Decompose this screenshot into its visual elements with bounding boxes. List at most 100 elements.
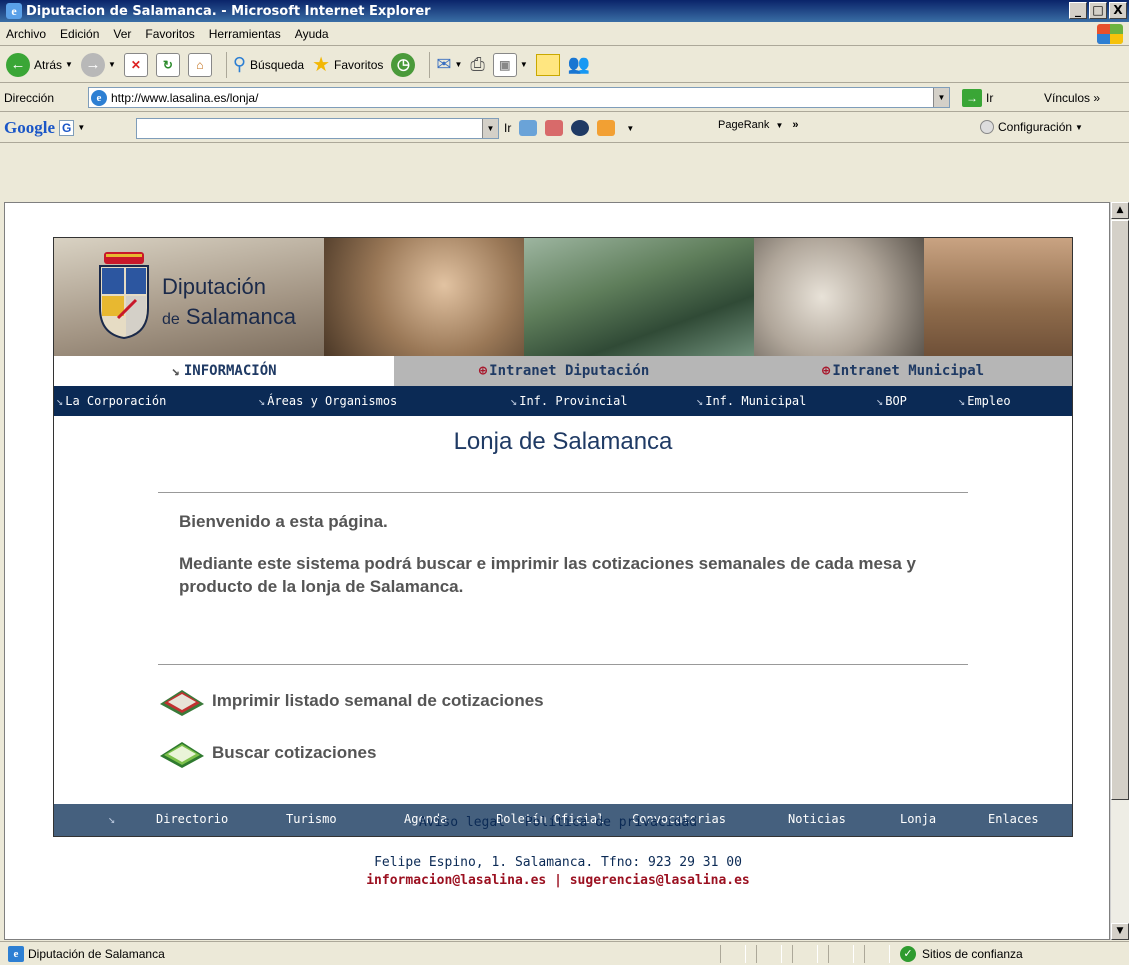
minimize-button[interactable]: _ (1069, 2, 1087, 19)
mail-button[interactable]: ✉ ▼ (436, 54, 462, 75)
legal-link[interactable]: Aviso legal (419, 815, 505, 830)
favorites-button[interactable]: ★ Favoritos (312, 52, 383, 77)
nav-item-bop[interactable]: ↘ BOP (876, 394, 907, 408)
back-label: Atrás (34, 57, 63, 72)
status-cell (864, 945, 890, 963)
back-button[interactable]: ← Atrás ▼ (6, 52, 73, 77)
menu-bar: Archivo Edición Ver Favoritos Herramient… (0, 22, 1129, 46)
vertical-scrollbar[interactable]: ▲ ▼ (1110, 202, 1129, 940)
standard-toolbar: ← Atrás ▼ → ▼ ✕ ↻ ⌂ ⚲ Búsqueda ★ Favorit… (0, 47, 1129, 83)
nav-item-corporacion[interactable]: ↘ La Corporación (56, 394, 166, 408)
address-label: Dirección (4, 90, 55, 105)
tab-label: INFORMACIÓN (183, 363, 277, 379)
menu-edicion[interactable]: Edición (60, 27, 99, 41)
nav-item-empleo[interactable]: ↘ Empleo (958, 394, 1011, 408)
forward-button[interactable]: → ▼ (80, 52, 116, 77)
section-tabs: ↘ INFORMACIÓN ⊕ Intranet Diputación ⊕ In… (54, 356, 1072, 386)
config-label: Configuración (998, 120, 1073, 134)
nav-item-inf-municipal[interactable]: ↘ Inf. Municipal (696, 394, 806, 408)
google-logo: Google (4, 117, 55, 137)
menu-ver[interactable]: Ver (113, 27, 131, 41)
privacy-link[interactable]: Política de privacidad (525, 815, 697, 830)
print-button[interactable]: ⎙ (470, 54, 484, 75)
status-cell (828, 945, 854, 963)
globe-icon[interactable] (571, 120, 590, 136)
page-icon: e (91, 89, 107, 106)
nav-item-areas[interactable]: ↘ Áreas y Organismos (258, 394, 397, 408)
pagerank-indicator[interactable]: PageRank ▼ » (718, 119, 799, 131)
messenger-button[interactable]: 👥 (568, 54, 590, 75)
toolbar-separator (429, 51, 431, 78)
history-icon: ◷ (391, 52, 416, 77)
address-input[interactable]: e http://www.lasalina.es/lonja/ ▼ (88, 87, 950, 108)
history-button[interactable]: ◷ (391, 52, 416, 77)
image-search-icon[interactable] (519, 120, 538, 136)
security-zone[interactable]: ✓ Sitios de confianza (900, 946, 1023, 962)
config-button[interactable]: Configuración ▼ (980, 120, 1083, 134)
stop-icon: ✕ (123, 52, 148, 77)
edit-icon: ▣ (492, 52, 517, 77)
edit-button[interactable]: ▣ ▼ (492, 52, 528, 77)
print-listing-label: Imprimir listado semanal de cotizaciones (212, 691, 544, 710)
chevron-down-icon: ▼ (65, 60, 73, 69)
nav-item-inf-provincial[interactable]: ↘ Inf. Provincial (510, 394, 628, 408)
nav-label: Inf. Provincial (519, 394, 628, 408)
menu-ayuda[interactable]: Ayuda (295, 27, 329, 41)
banner-photo-office (754, 238, 924, 356)
page-viewport: Diputación de Salamanca ↘ INFORMACIÓN ⊕ … (4, 202, 1110, 940)
page-frame: Diputación de Salamanca ↘ INFORMACIÓN ⊕ … (53, 237, 1073, 837)
discuss-button[interactable] (535, 53, 560, 76)
google-g-button[interactable]: G (59, 119, 75, 136)
more-tools-button[interactable]: » (792, 119, 798, 131)
email-suggest-link[interactable]: sugerencias@lasalina.es (570, 873, 750, 888)
logo-line1: Diputación (162, 274, 266, 299)
chevron-down-icon[interactable]: ▼ (626, 124, 634, 133)
menu-archivo[interactable]: Archivo (6, 27, 46, 41)
google-go-button[interactable]: Ir (504, 121, 511, 135)
site-logo[interactable]: Diputación de Salamanca (162, 272, 296, 335)
email-info-link[interactable]: informacion@lasalina.es (366, 873, 546, 888)
news-icon[interactable] (545, 120, 564, 136)
maximize-button[interactable]: □ (1089, 2, 1107, 19)
lock-link-icon: ⊕ (478, 363, 488, 379)
tab-intranet-diputacion[interactable]: ⊕ Intranet Diputación (394, 356, 734, 386)
lock-link-icon: ⊕ (821, 363, 831, 379)
tab-intranet-municipal[interactable]: ⊕ Intranet Municipal (734, 356, 1072, 386)
chevron-down-icon: ▼ (107, 60, 116, 69)
toolbar-separator (225, 51, 227, 78)
status-cell (720, 945, 746, 963)
search-quotes-link[interactable]: Buscar cotizaciones (158, 736, 376, 770)
banner-photo-person (324, 238, 524, 356)
home-button[interactable]: ⌂ (187, 52, 212, 77)
scroll-up-icon[interactable]: ▲ (1111, 202, 1129, 219)
settings-radio-icon (980, 120, 994, 134)
close-button[interactable]: X (1109, 2, 1127, 19)
divider (158, 492, 968, 493)
coat-of-arms-icon (99, 252, 149, 340)
menu-favoritos[interactable]: Favoritos (145, 27, 194, 41)
window-title: Diputacion de Salamanca. - Microsoft Int… (26, 3, 431, 19)
popup-blocker-icon[interactable] (597, 120, 616, 136)
book-green-icon (160, 742, 204, 768)
tab-label: Intranet Municipal (832, 363, 985, 379)
print-listing-link[interactable]: Imprimir listado semanal de cotizaciones (158, 684, 544, 718)
go-button[interactable]: → Ir (962, 89, 993, 107)
links-button[interactable]: Vínculos » (1044, 91, 1100, 105)
nav-label: Inf. Municipal (705, 394, 807, 408)
address-dropdown-icon[interactable]: ▼ (933, 88, 949, 107)
messenger-icon: 👥 (567, 54, 591, 74)
menu-herramientas[interactable]: Herramientas (209, 27, 281, 41)
status-cell (792, 945, 818, 963)
main-nav: ↘ La Corporación ↘ Áreas y Organismos ↘ Inf… (54, 386, 1072, 416)
chevron-down-icon[interactable]: ▼ (77, 123, 85, 132)
window-controls: _ □ X (1069, 2, 1127, 19)
scroll-thumb[interactable] (1111, 220, 1129, 800)
refresh-button[interactable]: ↻ (155, 52, 180, 77)
tab-informacion[interactable]: ↘ INFORMACIÓN (54, 356, 394, 386)
scroll-down-icon[interactable]: ▼ (1111, 923, 1129, 940)
google-search-dropdown-icon[interactable]: ▼ (482, 119, 498, 138)
stop-button[interactable]: ✕ (123, 52, 148, 77)
search-button[interactable]: ⚲ Búsqueda (233, 54, 304, 75)
google-search-input[interactable]: ▼ (136, 118, 499, 139)
banner-photo-landscape (524, 238, 754, 356)
